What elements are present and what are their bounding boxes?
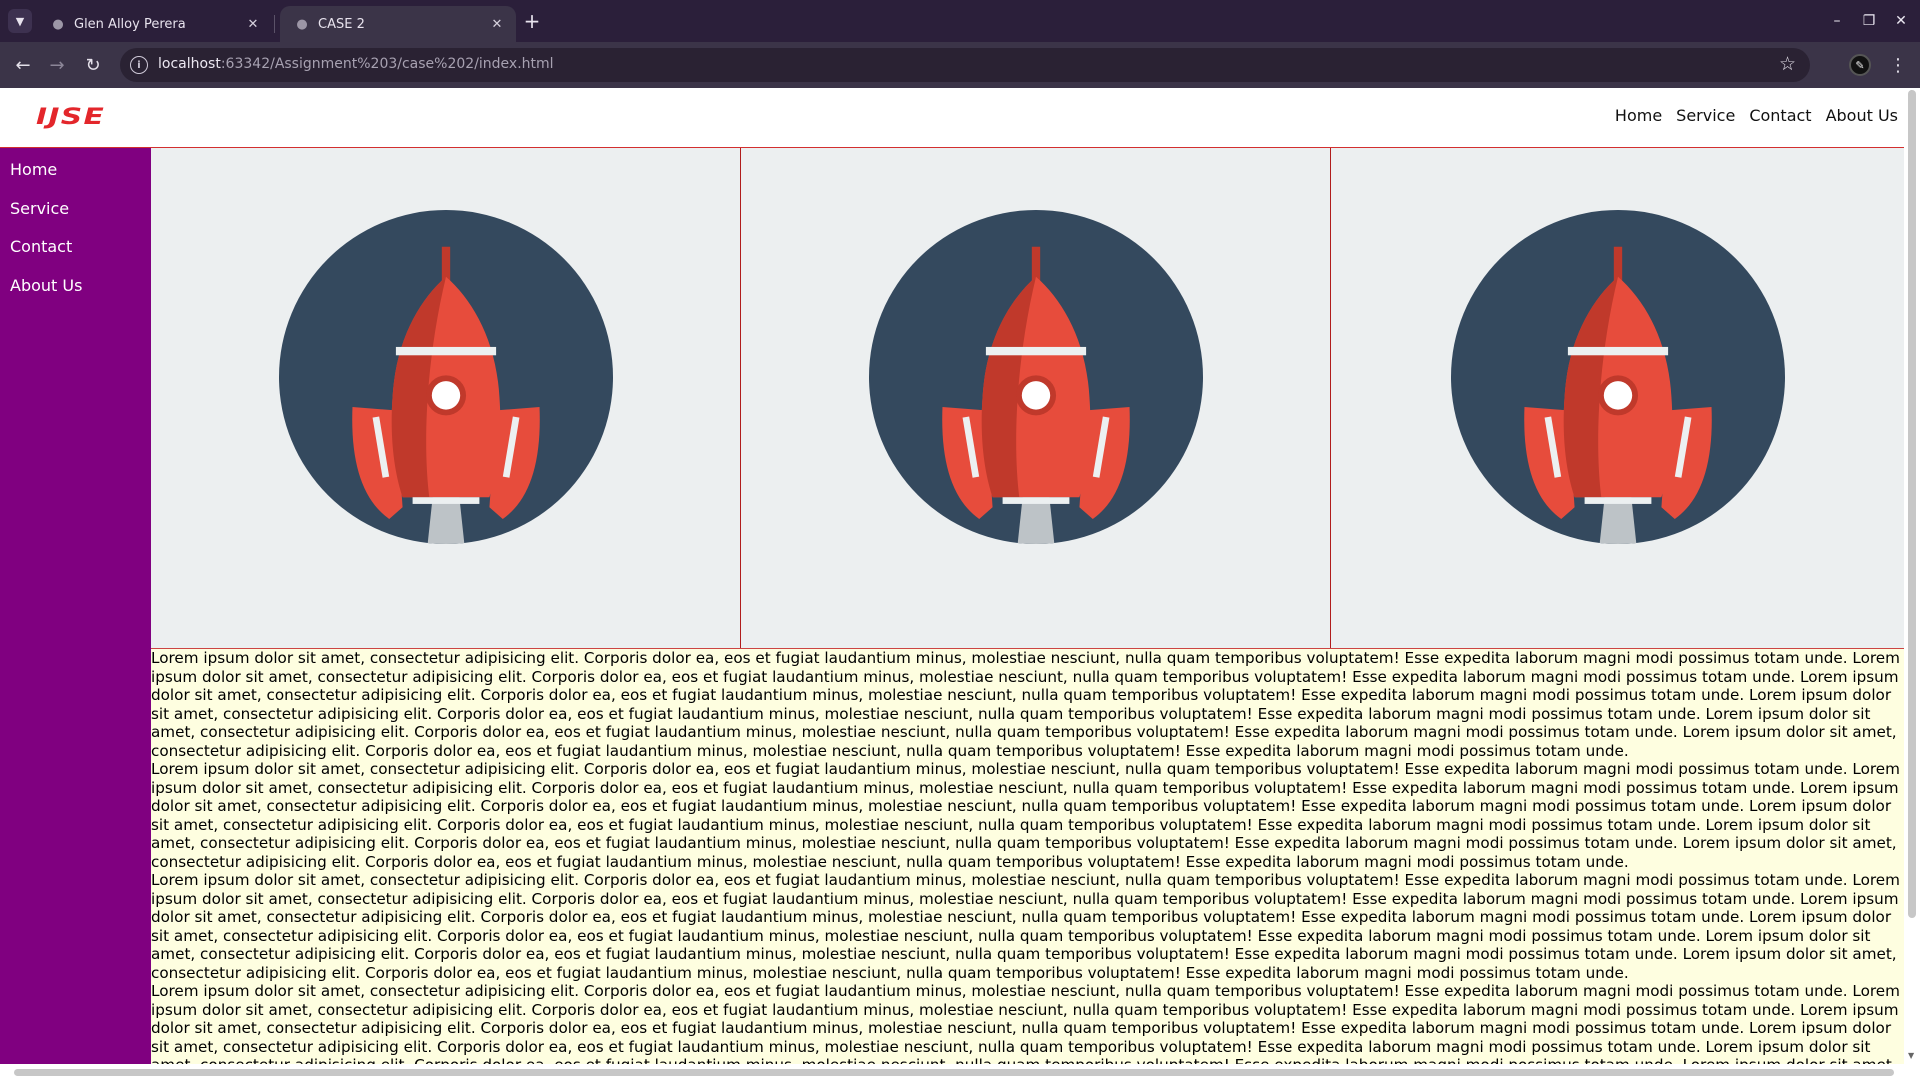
main-content: Lorem ipsum dolor sit amet, consectetur … — [151, 148, 1904, 1080]
tab-title: Glen Alloy Perera — [74, 16, 186, 32]
top-nav-about-us[interactable]: About Us — [1826, 106, 1898, 125]
top-nav-service[interactable]: Service — [1676, 106, 1735, 125]
globe-icon: ● — [52, 16, 64, 32]
arrow-left-icon: ← — [15, 54, 31, 76]
top-nav: Home Service Contact About Us — [1615, 106, 1898, 125]
browser-menu-icon[interactable]: ⋮ — [1886, 52, 1910, 78]
site-header: IJSE Home Service Contact About Us — [0, 88, 1904, 148]
rocket-icon — [1450, 210, 1785, 544]
rocket-panel — [741, 148, 1331, 648]
lorem-paragraph: Lorem ipsum dolor sit amet, consectetur … — [151, 649, 1900, 760]
arrow-right-icon: → — [49, 54, 65, 76]
rocket-panel — [151, 148, 741, 648]
new-tab-button[interactable]: + — [520, 9, 544, 33]
minimize-icon: – — [1833, 13, 1841, 29]
forward-button[interactable]: → — [44, 52, 70, 78]
tab-strip: ▼ ● Glen Alloy Perera ✕ ● CASE 2 ✕ + – ❐… — [0, 0, 1920, 42]
reload-button[interactable]: ↻ — [80, 52, 106, 78]
tab-divider — [274, 15, 275, 33]
tab-search-button[interactable]: ▼ — [8, 9, 32, 33]
rocket-icon — [868, 210, 1203, 544]
lorem-text-section: Lorem ipsum dolor sit amet, consectetur … — [151, 648, 1904, 1080]
url-path: :63342/Assignment%203/case%202/index.htm… — [220, 56, 554, 72]
url-host: localhost — [158, 56, 221, 72]
tab-title: CASE 2 — [318, 16, 365, 32]
vertical-scroll-thumb[interactable] — [1908, 90, 1916, 918]
restore-icon: ❐ — [1862, 13, 1876, 29]
plus-icon: + — [523, 9, 541, 33]
sidebar-item-home[interactable]: Home — [0, 156, 151, 195]
rocket-icon — [278, 210, 613, 544]
minimize-button[interactable]: – — [1824, 9, 1850, 33]
ijse-logo[interactable]: IJSE — [36, 105, 104, 130]
browser-toolbar: ← → ↻ i localhost:63342/Assignment%203/c… — [0, 42, 1920, 88]
sidebar-item-about-us[interactable]: About Us — [0, 272, 151, 311]
horizontal-scroll-thumb[interactable] — [14, 1069, 1894, 1076]
tab-case-2[interactable]: ● CASE 2 ✕ — [280, 6, 516, 42]
extension-icon[interactable]: ✎ — [1849, 54, 1871, 76]
scroll-down-icon[interactable]: ▼ — [1908, 1051, 1914, 1060]
tab-glen-alloy-perera[interactable]: ● Glen Alloy Perera ✕ — [36, 6, 272, 42]
sidebar-item-contact[interactable]: Contact — [0, 233, 151, 272]
sidebar-item-service[interactable]: Service — [0, 195, 151, 234]
chevron-down-icon: ▼ — [15, 14, 25, 28]
page-viewport: IJSE Home Service Contact About Us Home … — [0, 88, 1920, 1080]
rocket-panel — [1331, 148, 1904, 648]
globe-icon: ● — [296, 16, 308, 32]
top-nav-home[interactable]: Home — [1615, 106, 1662, 125]
horizontal-scrollbar[interactable] — [0, 1064, 1904, 1080]
close-icon[interactable]: ✕ — [244, 17, 262, 32]
vertical-scrollbar[interactable]: ▲ ▼ — [1904, 88, 1920, 1080]
lorem-paragraph: Lorem ipsum dolor sit amet, consectetur … — [151, 871, 1900, 982]
close-icon[interactable]: ✕ — [488, 17, 506, 32]
reload-icon: ↻ — [85, 54, 101, 76]
address-bar[interactable]: i localhost:63342/Assignment%203/case%20… — [120, 48, 1810, 82]
top-nav-contact[interactable]: Contact — [1749, 106, 1811, 125]
url-text[interactable]: localhost:63342/Assignment%203/case%202/… — [158, 56, 554, 72]
sidebar: Home Service Contact About Us — [0, 148, 151, 1080]
lorem-paragraph: Lorem ipsum dolor sit amet, consectetur … — [151, 760, 1900, 871]
close-icon: ✕ — [1895, 13, 1907, 29]
restore-button[interactable]: ❐ — [1856, 9, 1882, 33]
rocket-panels — [151, 148, 1904, 648]
bookmark-star-icon[interactable]: ☆ — [1779, 53, 1796, 75]
logo-text: IJSE — [36, 104, 106, 130]
site-info-icon[interactable]: i — [130, 56, 148, 74]
back-button[interactable]: ← — [10, 52, 36, 78]
close-window-button[interactable]: ✕ — [1888, 9, 1914, 33]
